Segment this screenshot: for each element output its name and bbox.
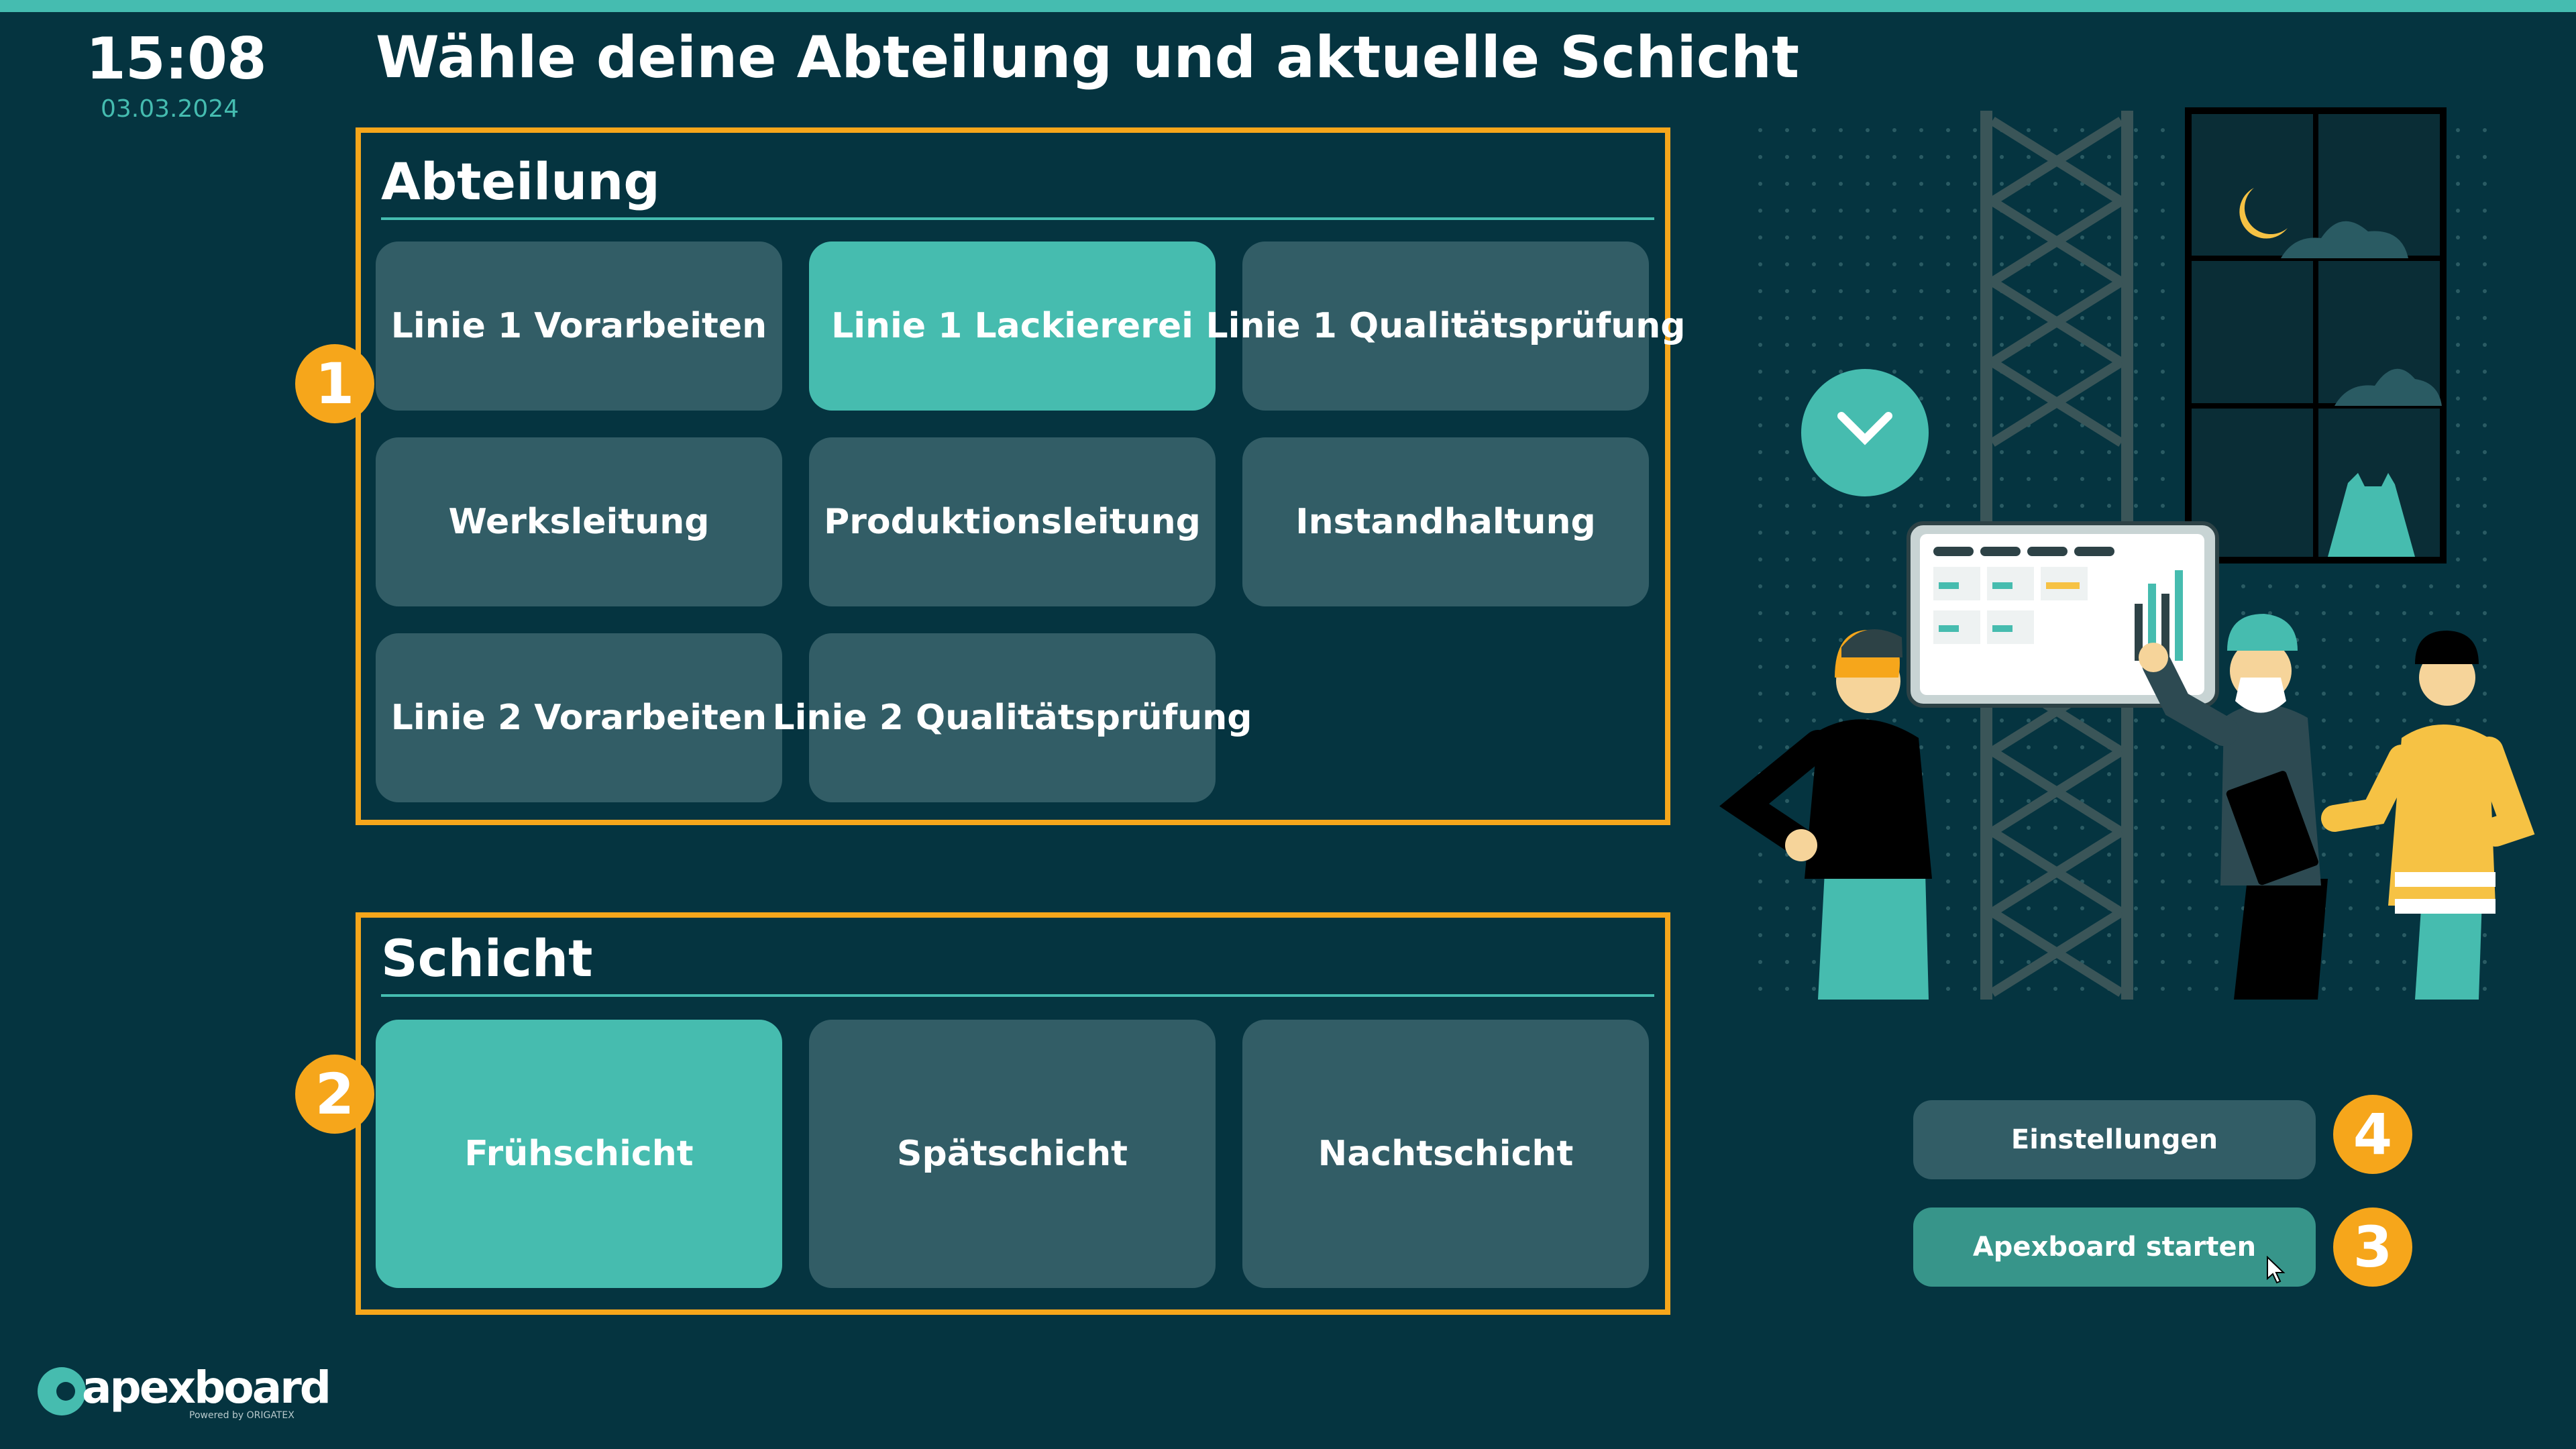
department-option[interactable]: Instandhaltung — [1242, 437, 1649, 606]
logo-wordmark: apexboard — [82, 1362, 331, 1413]
page-title: Wähle deine Abteilung und aktuelle Schic… — [376, 24, 1800, 91]
department-group: Abteilung Linie 1 Vorarbeiten Linie 1 La… — [356, 127, 1685, 825]
team-illustration — [1719, 107, 2535, 1000]
department-divider — [381, 217, 1654, 220]
department-option[interactable]: Produktionsleitung — [809, 437, 1216, 606]
mouse-cursor-icon — [2267, 1256, 2286, 1284]
step-badge-1: 1 — [295, 344, 374, 423]
logo-subtitle: Powered by ORIGATEX — [189, 1410, 294, 1421]
department-option[interactable]: Linie 1 Lackiererei — [809, 241, 1216, 411]
department-option[interactable]: Linie 2 Vorarbeiten — [376, 633, 782, 802]
clock-date: 03.03.2024 — [101, 95, 239, 123]
shift-divider — [381, 994, 1654, 997]
department-option[interactable]: Linie 2 Qualitätsprüfung — [773, 633, 1252, 802]
department-option[interactable]: Linie 1 Qualitätsprüfung — [1206, 241, 1685, 411]
step-badge-2: 2 — [295, 1055, 374, 1134]
shift-group: Schicht Frühschicht Spätschicht Nachtsch… — [356, 912, 1670, 1315]
department-option[interactable]: Werksleitung — [376, 437, 782, 606]
settings-button[interactable]: Einstellungen — [1913, 1100, 2316, 1179]
shift-option[interactable]: Frühschicht — [376, 1020, 782, 1288]
logo-mark-icon — [38, 1367, 86, 1415]
chevron-down-icon — [1801, 369, 1929, 496]
step-badge-3: 3 — [2333, 1208, 2412, 1287]
shift-title: Schicht — [381, 928, 593, 988]
apexboard-logo: apexboard Powered by ORIGATEX — [35, 1362, 331, 1429]
start-apexboard-button[interactable]: Apexboard starten — [1913, 1208, 2316, 1287]
department-option[interactable]: Linie 1 Vorarbeiten — [376, 241, 782, 411]
step-badge-4: 4 — [2333, 1095, 2412, 1174]
shift-option[interactable]: Spätschicht — [809, 1020, 1216, 1288]
top-accent-bar — [0, 0, 2576, 12]
shift-option[interactable]: Nachtschicht — [1242, 1020, 1649, 1288]
department-title: Abteilung — [381, 152, 660, 211]
clock-time: 15:08 — [86, 25, 267, 93]
